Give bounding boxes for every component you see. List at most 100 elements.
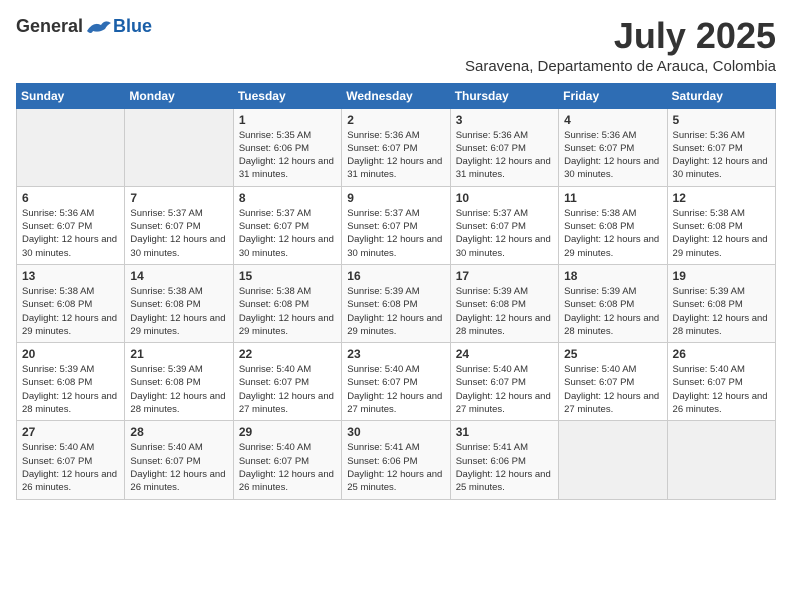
calendar-cell: 5Sunrise: 5:36 AM Sunset: 6:07 PM Daylig… [667, 108, 775, 186]
day-number: 29 [239, 425, 336, 439]
day-number: 1 [239, 113, 336, 127]
day-info: Sunrise: 5:40 AM Sunset: 6:07 PM Dayligh… [673, 363, 770, 416]
calendar-cell: 6 Sunrise: 5:36 AM Sunset: 6:07 PM Daylig… [17, 186, 125, 264]
day-number: 26 [673, 347, 770, 361]
calendar-cell: 24Sunrise: 5:40 AM Sunset: 6:07 PM Dayli… [450, 343, 558, 421]
day-info: Sunrise: 5:36 AM Sunset: 6:07 PM Dayligh… [673, 129, 770, 182]
calendar-cell: 31Sunrise: 5:41 AM Sunset: 6:06 PM Dayli… [450, 421, 558, 499]
calendar-cell: 18 Sunrise: 5:39 AM Sunset: 6:08 PM Dayli… [559, 264, 667, 342]
calendar-cell: 9 Sunrise: 5:37 AM Sunset: 6:07 PM Daylig… [342, 186, 450, 264]
day-info: Sunrise: 5:40 AM Sunset: 6:07 PM Dayligh… [564, 363, 661, 416]
day-info: Sunrise: 5:38 AM Sunset: 6:08 PM Dayligh… [22, 285, 119, 338]
day-info: Sunrise: 5:39 AM Sunset: 6:08 PM Dayligh… [673, 285, 770, 338]
day-info: Sunrise: 5:36 AM Sunset: 6:07 PM Dayligh… [347, 129, 444, 182]
day-info: Sunrise: 5:37 AM Sunset: 6:07 PM Dayligh… [347, 207, 444, 260]
day-number: 6 [22, 191, 119, 205]
day-number: 21 [130, 347, 227, 361]
day-number: 31 [456, 425, 553, 439]
logo-blue-text: Blue [113, 16, 152, 37]
calendar-week-row: 1 Sunrise: 5:35 AM Sunset: 6:06 PM Daylig… [17, 108, 776, 186]
weekday-header-wednesday: Wednesday [342, 83, 450, 108]
calendar-cell: 16Sunrise: 5:39 AM Sunset: 6:08 PM Dayli… [342, 264, 450, 342]
day-number: 15 [239, 269, 336, 283]
day-number: 28 [130, 425, 227, 439]
calendar-cell: 19 Sunrise: 5:39 AM Sunset: 6:08 PM Dayli… [667, 264, 775, 342]
day-info: Sunrise: 5:39 AM Sunset: 6:08 PM Dayligh… [456, 285, 553, 338]
calendar-week-row: 13 Sunrise: 5:38 AM Sunset: 6:08 PM Dayli… [17, 264, 776, 342]
calendar-cell: 14Sunrise: 5:38 AM Sunset: 6:08 PM Dayli… [125, 264, 233, 342]
weekday-header-sunday: Sunday [17, 83, 125, 108]
day-number: 12 [673, 191, 770, 205]
calendar-cell: 3 Sunrise: 5:36 AM Sunset: 6:07 PM Daylig… [450, 108, 558, 186]
calendar-cell [17, 108, 125, 186]
weekday-header-monday: Monday [125, 83, 233, 108]
day-number: 14 [130, 269, 227, 283]
day-info: Sunrise: 5:36 AM Sunset: 6:07 PM Dayligh… [456, 129, 553, 182]
weekday-header-thursday: Thursday [450, 83, 558, 108]
weekday-header-saturday: Saturday [667, 83, 775, 108]
logo-bird-icon [85, 17, 113, 37]
calendar-cell: 26 Sunrise: 5:40 AM Sunset: 6:07 PM Dayli… [667, 343, 775, 421]
day-info: Sunrise: 5:37 AM Sunset: 6:07 PM Dayligh… [239, 207, 336, 260]
logo-general-text: General [16, 16, 83, 37]
calendar-cell: 30Sunrise: 5:41 AM Sunset: 6:06 PM Dayli… [342, 421, 450, 499]
day-number: 22 [239, 347, 336, 361]
day-number: 17 [456, 269, 553, 283]
day-number: 10 [456, 191, 553, 205]
calendar-week-row: 27Sunrise: 5:40 AM Sunset: 6:07 PM Dayli… [17, 421, 776, 499]
calendar-cell: 22Sunrise: 5:40 AM Sunset: 6:07 PM Dayli… [233, 343, 341, 421]
day-info: Sunrise: 5:39 AM Sunset: 6:08 PM Dayligh… [564, 285, 661, 338]
calendar-cell: 15 Sunrise: 5:38 AM Sunset: 6:08 PM Dayli… [233, 264, 341, 342]
weekday-header-friday: Friday [559, 83, 667, 108]
calendar-cell: 10 Sunrise: 5:37 AM Sunset: 6:07 PM Dayli… [450, 186, 558, 264]
day-info: Sunrise: 5:40 AM Sunset: 6:07 PM Dayligh… [130, 441, 227, 494]
weekday-header-tuesday: Tuesday [233, 83, 341, 108]
day-info: Sunrise: 5:39 AM Sunset: 6:08 PM Dayligh… [347, 285, 444, 338]
day-info: Sunrise: 5:38 AM Sunset: 6:08 PM Dayligh… [239, 285, 336, 338]
day-info: Sunrise: 5:40 AM Sunset: 6:07 PM Dayligh… [347, 363, 444, 416]
calendar-cell: 4 Sunrise: 5:36 AM Sunset: 6:07 PM Daylig… [559, 108, 667, 186]
day-number: 18 [564, 269, 661, 283]
day-number: 9 [347, 191, 444, 205]
day-number: 20 [22, 347, 119, 361]
day-number: 19 [673, 269, 770, 283]
calendar-cell: 27Sunrise: 5:40 AM Sunset: 6:07 PM Dayli… [17, 421, 125, 499]
day-info: Sunrise: 5:36 AM Sunset: 6:07 PM Dayligh… [22, 207, 119, 260]
day-info: Sunrise: 5:37 AM Sunset: 6:07 PM Dayligh… [456, 207, 553, 260]
calendar-cell: 29 Sunrise: 5:40 AM Sunset: 6:07 PM Dayli… [233, 421, 341, 499]
calendar-cell: 7Sunrise: 5:37 AM Sunset: 6:07 PM Daylig… [125, 186, 233, 264]
calendar-cell: 21Sunrise: 5:39 AM Sunset: 6:08 PM Dayli… [125, 343, 233, 421]
calendar-cell: 23 Sunrise: 5:40 AM Sunset: 6:07 PM Dayli… [342, 343, 450, 421]
calendar-cell [667, 421, 775, 499]
day-number: 7 [130, 191, 227, 205]
calendar-cell: 1 Sunrise: 5:35 AM Sunset: 6:06 PM Daylig… [233, 108, 341, 186]
day-number: 8 [239, 191, 336, 205]
day-number: 4 [564, 113, 661, 127]
calendar-cell: 25 Sunrise: 5:40 AM Sunset: 6:07 PM Dayli… [559, 343, 667, 421]
calendar-week-row: 6 Sunrise: 5:36 AM Sunset: 6:07 PM Daylig… [17, 186, 776, 264]
calendar-cell [125, 108, 233, 186]
day-info: Sunrise: 5:38 AM Sunset: 6:08 PM Dayligh… [564, 207, 661, 260]
location-title: Saravena, Departamento de Arauca, Colomb… [465, 58, 776, 75]
calendar-cell: 2Sunrise: 5:36 AM Sunset: 6:07 PM Daylig… [342, 108, 450, 186]
day-number: 13 [22, 269, 119, 283]
logo: General Blue [16, 16, 152, 37]
calendar-cell: 17 Sunrise: 5:39 AM Sunset: 6:08 PM Dayli… [450, 264, 558, 342]
day-number: 25 [564, 347, 661, 361]
calendar-cell: 12 Sunrise: 5:38 AM Sunset: 6:08 PM Dayli… [667, 186, 775, 264]
day-info: Sunrise: 5:40 AM Sunset: 6:07 PM Dayligh… [456, 363, 553, 416]
day-info: Sunrise: 5:36 AM Sunset: 6:07 PM Dayligh… [564, 129, 661, 182]
day-info: Sunrise: 5:40 AM Sunset: 6:07 PM Dayligh… [239, 441, 336, 494]
day-number: 3 [456, 113, 553, 127]
day-info: Sunrise: 5:39 AM Sunset: 6:08 PM Dayligh… [22, 363, 119, 416]
calendar-table: SundayMondayTuesdayWednesdayThursdayFrid… [16, 83, 776, 500]
day-info: Sunrise: 5:35 AM Sunset: 6:06 PM Dayligh… [239, 129, 336, 182]
calendar-cell: 13 Sunrise: 5:38 AM Sunset: 6:08 PM Dayli… [17, 264, 125, 342]
day-info: Sunrise: 5:38 AM Sunset: 6:08 PM Dayligh… [673, 207, 770, 260]
day-number: 11 [564, 191, 661, 205]
day-number: 30 [347, 425, 444, 439]
day-number: 23 [347, 347, 444, 361]
weekday-header-row: SundayMondayTuesdayWednesdayThursdayFrid… [17, 83, 776, 108]
day-info: Sunrise: 5:40 AM Sunset: 6:07 PM Dayligh… [22, 441, 119, 494]
calendar-week-row: 20 Sunrise: 5:39 AM Sunset: 6:08 PM Dayli… [17, 343, 776, 421]
